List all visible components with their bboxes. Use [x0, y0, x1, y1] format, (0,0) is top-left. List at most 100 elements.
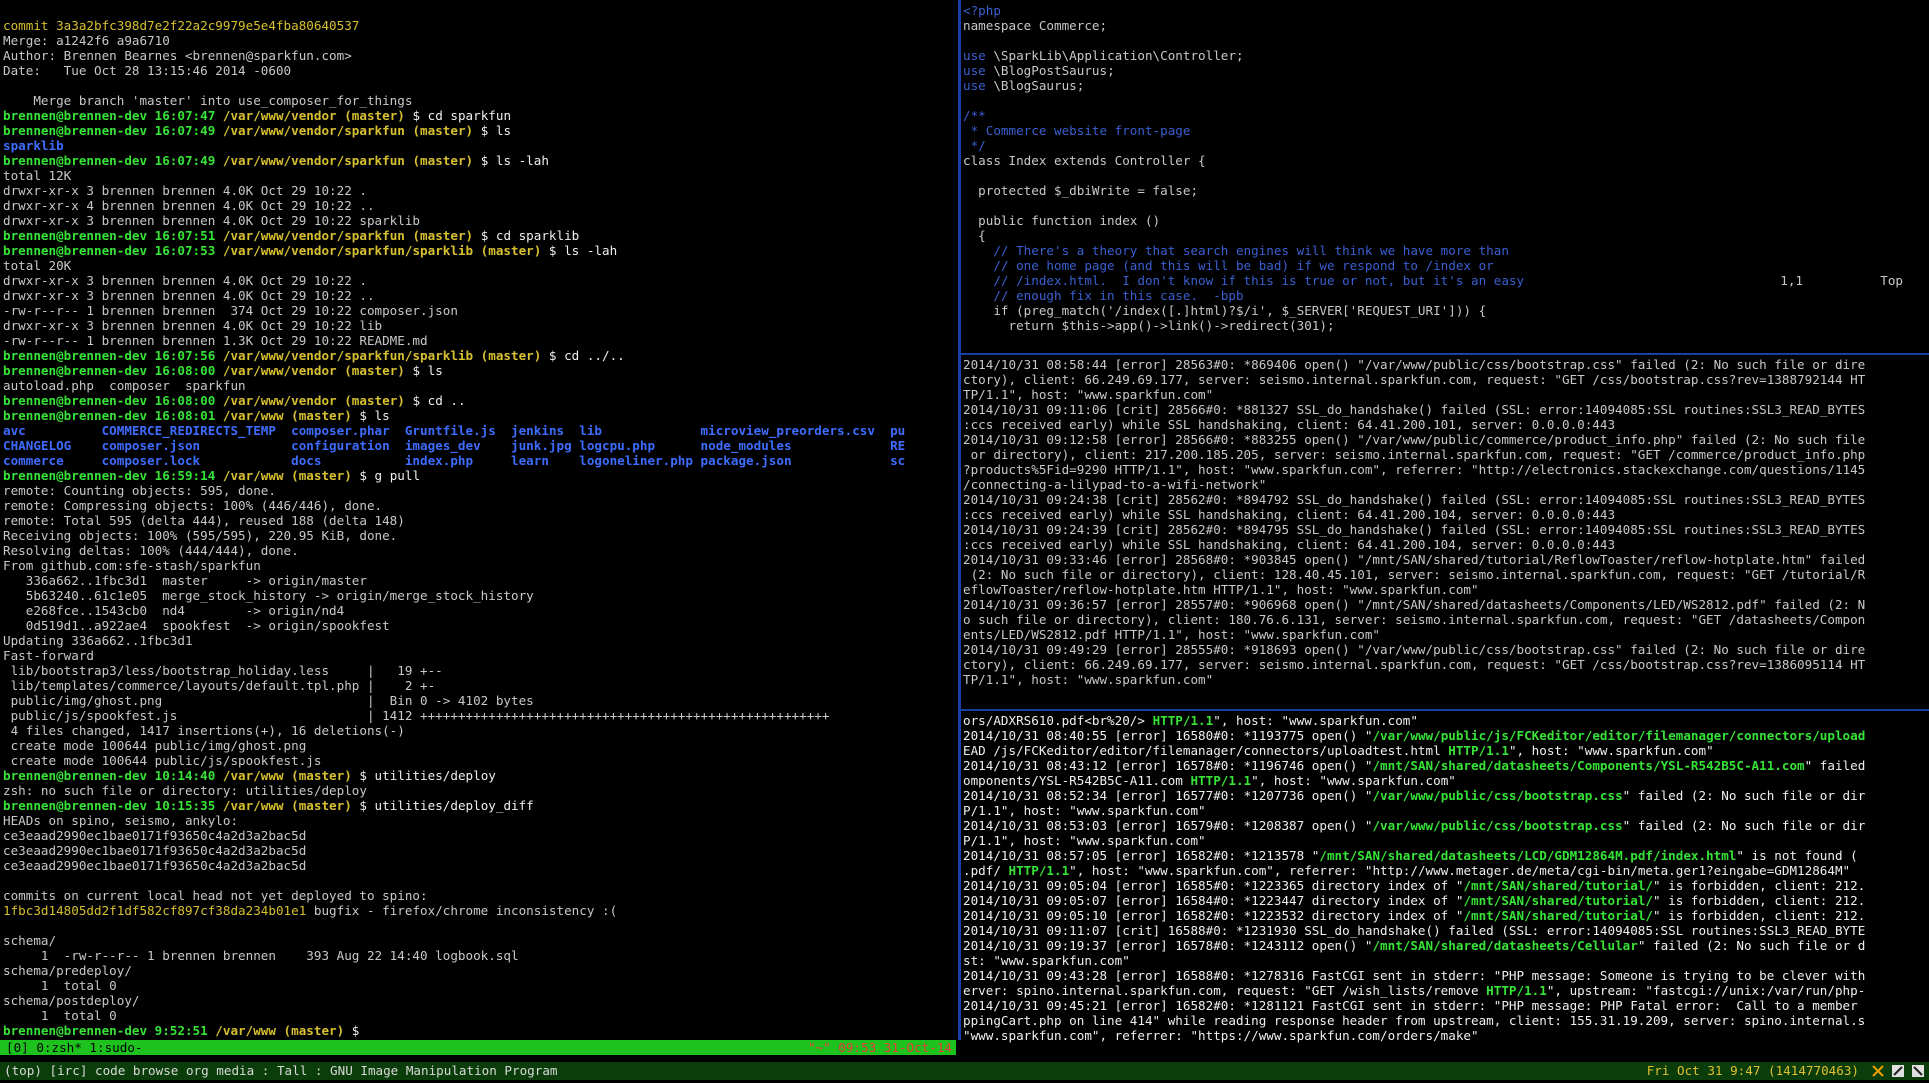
terminal-line: */: [963, 138, 986, 153]
left-terminal-pane[interactable]: commit 3a3a2bfc398d7e2f22a2c9979e5e4fba8…: [3, 18, 958, 1040]
terminal-line: 2014/10/31 09:05:10 [error] 16582#0: *12…: [963, 908, 1866, 923]
terminal-line: namespace Commerce;: [963, 18, 1108, 33]
terminal-line: drwxr-xr-x 3 brennen brennen 4.0K Oct 29…: [3, 213, 421, 228]
vim-editor-pane[interactable]: <?php namespace Commerce; use \SparkLib\Ap…: [963, 3, 1923, 353]
terminal-line: drwxr-xr-x 4 brennen brennen 4.0K Oct 29…: [3, 198, 375, 213]
terminal-line: brennen@brennen-dev 16:07:51 /var/www/ve…: [3, 228, 580, 243]
terminal-line: :ccs received early) while SSL handshaki…: [963, 537, 1616, 552]
vim-ruler: 1,1 Top: [963, 273, 1903, 288]
horizontal-pane-separator[interactable]: [961, 709, 1929, 711]
terminal-line: schema/postdeploy/: [3, 993, 140, 1008]
terminal-line: lib/templates/commerce/layouts/default.t…: [3, 678, 436, 693]
terminal-line: 2014/10/31 09:36:57 [error] 28557#0: *90…: [963, 597, 1866, 612]
terminal-line: 2014/10/31 09:45:21 [error] 16582#0: *12…: [963, 998, 1858, 1013]
terminal-line: public/img/ghost.png | Bin 0 -> 4102 byt…: [3, 693, 534, 708]
terminal-line: remote: Counting objects: 595, done.: [3, 483, 276, 498]
error-log-pane-top[interactable]: 2014/10/31 08:58:44 [error] 28563#0: *86…: [963, 357, 1923, 709]
terminal-line: ce3eaad2990ec1bae0171f93650c4a2d3a2bac5d: [3, 858, 307, 873]
workspace-list[interactable]: (top) [irc] code browse org media : Tall…: [4, 1062, 558, 1080]
terminal-line: 5b63240..61c1e05 merge_stock_history -> …: [3, 588, 534, 603]
terminal-line: st: "www.sparkfun.com": [963, 953, 1130, 968]
terminal-line: 1fbc3d14805dd2f1df582cf897cf38da234b01e1…: [3, 903, 618, 918]
terminal-line: P/1.1", host: "www.sparkfun.com": [963, 803, 1206, 818]
terminal-line: Resolving deltas: 100% (444/444), done.: [3, 543, 299, 558]
terminal-line: brennen@brennen-dev 16:07:47 /var/www/ve…: [3, 108, 512, 123]
terminal-line: 2014/10/31 08:58:44 [error] 28563#0: *86…: [963, 357, 1866, 372]
terminal-line: commits on current local head not yet de…: [3, 888, 428, 903]
terminal-line: commerce composer.lock docs index.php le…: [3, 453, 906, 468]
terminal-line: commit 3a3a2bfc398d7e2f22a2c9979e5e4fba8…: [3, 18, 360, 33]
terminal-line: 1 total 0: [3, 1008, 117, 1023]
terminal-line: 2014/10/31 09:24:39 [crit] 28562#0: *894…: [963, 522, 1866, 537]
terminal-line: 336a662..1fbc3d1 master -> origin/master: [3, 573, 367, 588]
terminal-line: -rw-r--r-- 1 brennen brennen 1.3K Oct 29…: [3, 333, 428, 348]
terminal-line: EAD /js/FCKeditor/editor/filemanager/con…: [963, 743, 1714, 758]
terminal-line: return $this->app()->link()->redirect(30…: [963, 318, 1335, 333]
terminal-line: drwxr-xr-x 3 brennen brennen 4.0K Oct 29…: [3, 288, 375, 303]
terminal-line: ?products%5Fid=9290 HTTP/1.1", host: "ww…: [963, 462, 1866, 477]
terminal-line: 2014/10/31 09:11:06 [crit] 28566#0: *881…: [963, 402, 1866, 417]
terminal-line: Merge branch 'master' into use_composer_…: [3, 93, 413, 108]
terminal-line: From github.com:sfe-stash/sparkfun: [3, 558, 261, 573]
window-manager-bar: (top) [irc] code browse org media : Tall…: [0, 1062, 1929, 1080]
terminal-line: autoload.php composer sparkfun: [3, 378, 246, 393]
terminal-line: TP/1.1", host: "www.sparkfun.com": [963, 672, 1214, 687]
terminal-line: {: [963, 228, 986, 243]
terminal-line: (2: No such file or directory), client: …: [963, 567, 1866, 582]
horizontal-pane-separator[interactable]: [961, 353, 1929, 355]
terminal-line: brennen@brennen-dev 16:07:49 /var/www/ve…: [3, 123, 512, 138]
terminal-line: // There's a theory that search engines …: [963, 243, 1509, 258]
terminal-line: // enough fix in this case. -bpb: [963, 288, 1244, 303]
terminal-line: HEADs on spino, seismo, ankylo:: [3, 813, 239, 828]
terminal-line: class Index extends Controller {: [963, 153, 1206, 168]
terminal-line: omponents/YSL-R542B5C-A11.com HTTP/1.1",…: [963, 773, 1456, 788]
close-icon[interactable]: [1871, 1064, 1885, 1078]
terminal-line: brennen@brennen-dev 9:52:51 /var/www (ma…: [3, 1023, 367, 1038]
terminal-line: 2014/10/31 08:57:05 [error] 16582#0: *12…: [963, 848, 1858, 863]
terminal-line: ctory), client: 66.249.69.177, server: s…: [963, 657, 1866, 672]
error-log-pane-bottom[interactable]: ors/ADXRS610.pdf<br%20/> HTTP/1.1", host…: [963, 713, 1923, 1063]
terminal-line: :ccs received early) while SSL handshaki…: [963, 417, 1616, 432]
tmux-window-list[interactable]: [0] 0:zsh* 1:sudo-: [6, 1040, 142, 1055]
terminal-line: 2014/10/31 09:33:46 [error] 28568#0: *90…: [963, 552, 1866, 567]
terminal-line: 2014/10/31 09:11:07 [crit] 16588#0: *123…: [963, 923, 1866, 938]
tmux-clock: "~" 09:53 31-Oct-14: [807, 1040, 952, 1055]
terminal-line: create mode 100644 public/js/spookfest.j…: [3, 753, 322, 768]
terminal-line: CHANGELOG composer.json configuration im…: [3, 438, 906, 453]
terminal-line: total 20K: [3, 258, 72, 273]
tray-icon[interactable]: [1891, 1064, 1905, 1078]
cursor-position: 1,1: [1780, 273, 1803, 288]
terminal-line: brennen@brennen-dev 16:08:00 /var/www/ve…: [3, 363, 443, 378]
terminal-line: 2014/10/31 09:12:58 [error] 28566#0: *88…: [963, 432, 1866, 447]
terminal-line: brennen@brennen-dev 16:08:01 /var/www (m…: [3, 408, 390, 423]
terminal-line: ppingCart.php on line 414" while reading…: [963, 1013, 1866, 1028]
terminal-line: or directory), client: 217.200.185.205, …: [963, 447, 1866, 462]
terminal-line: schema/predeploy/: [3, 963, 132, 978]
terminal-line: /connecting-a-lilypad-to-a-wifi-network": [963, 477, 1267, 492]
terminal-line: brennen@brennen-dev 16:59:14 /var/www (m…: [3, 468, 421, 483]
terminal-line: ctory), client: 66.249.69.177, server: s…: [963, 372, 1866, 387]
vertical-pane-separator[interactable]: [958, 0, 961, 1040]
terminal-line: drwxr-xr-x 3 brennen brennen 4.0K Oct 29…: [3, 318, 383, 333]
terminal-line: use \BlogSaurus;: [963, 78, 1085, 93]
terminal-line: 2014/10/31 09:05:07 [error] 16584#0: *12…: [963, 893, 1866, 908]
terminal-line: drwxr-xr-x 3 brennen brennen 4.0K Oct 29…: [3, 183, 367, 198]
terminal-line: schema/: [3, 933, 57, 948]
terminal-line: brennen@brennen-dev 16:08:00 /var/www/ve…: [3, 393, 466, 408]
terminal-line: 2014/10/31 09:43:28 [error] 16588#0: *12…: [963, 968, 1866, 983]
terminal-line: eflowToaster/reflow-hotplate.htm HTTP/1.…: [963, 582, 1479, 597]
tray-icon[interactable]: [1911, 1064, 1925, 1078]
terminal-line: brennen@brennen-dev 16:07:53 /var/www/ve…: [3, 243, 618, 258]
terminal-line: Author: Brennen Bearnes <brennen@sparkfu…: [3, 48, 352, 63]
terminal-line: <?php: [963, 3, 1001, 18]
terminal-line: sparklib: [3, 138, 64, 153]
terminal-line: ce3eaad2990ec1bae0171f93650c4a2d3a2bac5d: [3, 828, 307, 843]
terminal-line: protected $_dbiWrite = false;: [963, 183, 1199, 198]
terminal-line: Fast-forward: [3, 648, 94, 663]
terminal-line: use \BlogPostSaurus;: [963, 63, 1115, 78]
